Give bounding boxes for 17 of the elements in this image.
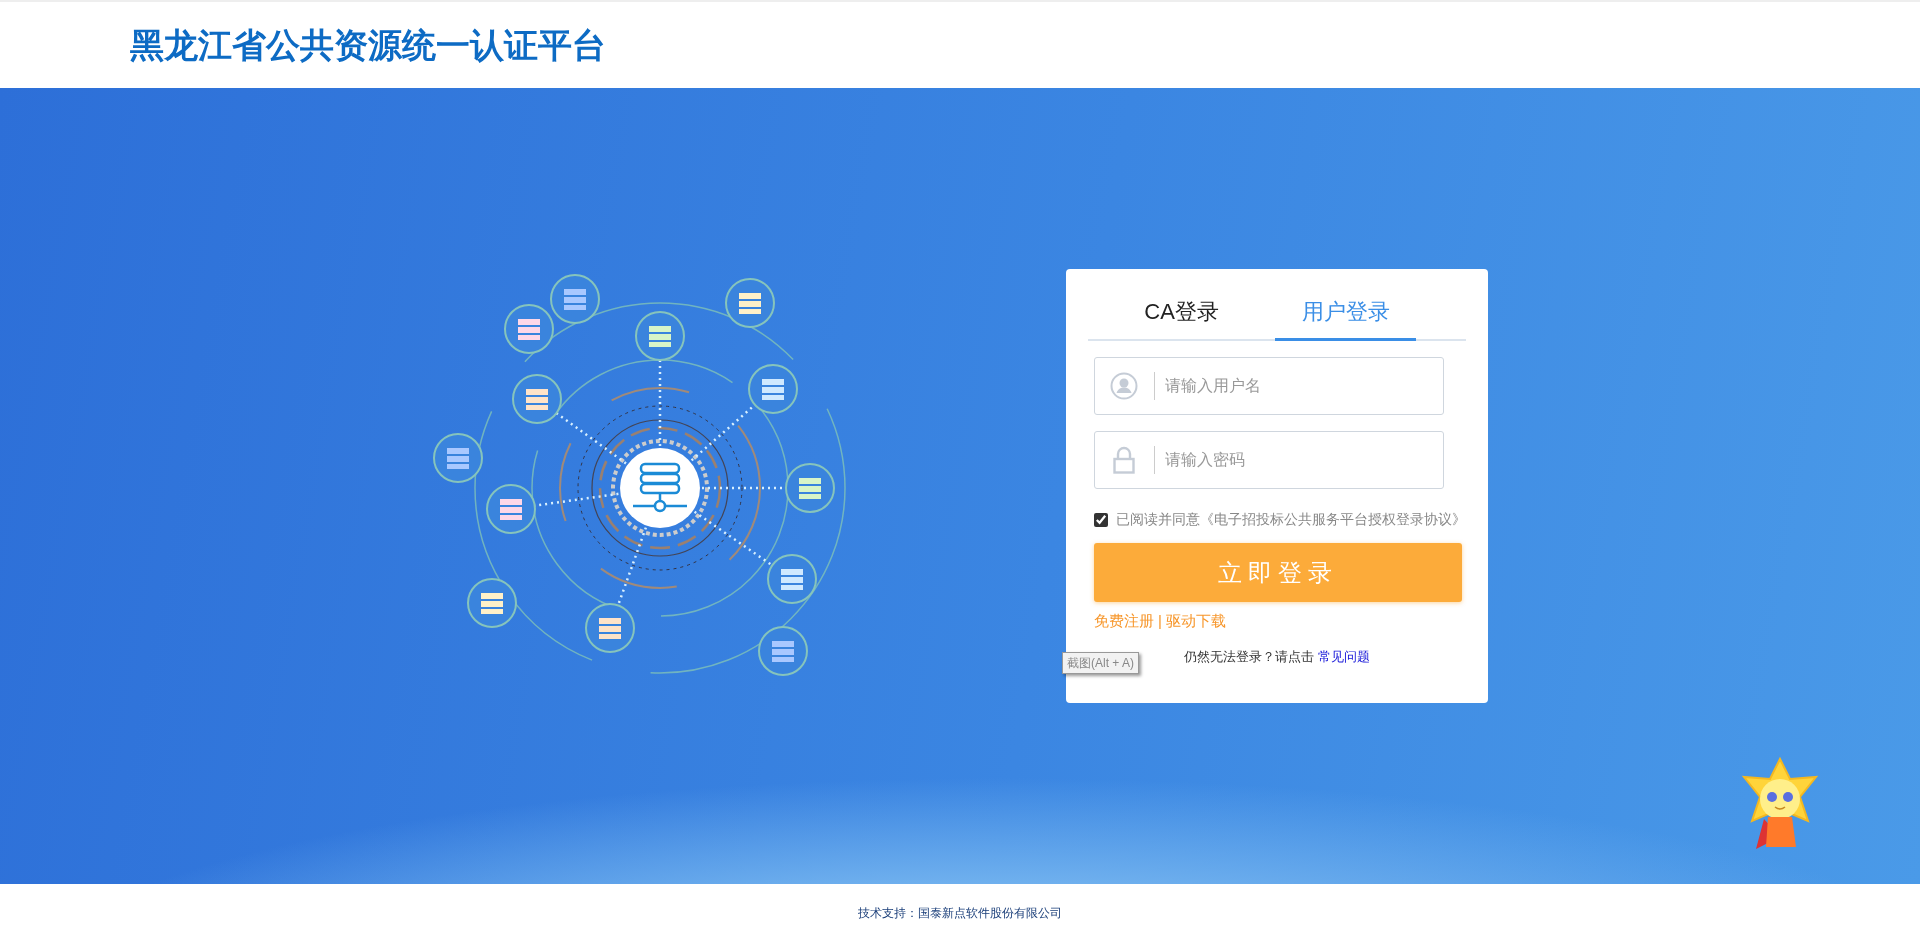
faq-link[interactable]: 常见问题 [1317,648,1370,664]
username-field[interactable]: 请输入用户名 [1094,357,1444,415]
login-button[interactable]: 立即登录 [1094,543,1462,602]
help-text: 仍然无法登录？请点击 [1184,648,1315,664]
footer-text: 技术支持：国泰新点软件股份有限公司 [858,905,1062,922]
register-link[interactable]: 免费注册 [1094,610,1154,633]
site-title: 黑龙江省公共资源统一认证平台 [129,28,606,62]
password-field[interactable]: 请输入密码 [1094,431,1444,489]
login-tab[interactable]: CA登录 [1088,289,1276,341]
agreement-checkbox[interactable] [1094,512,1108,527]
agreement-text: 已阅读并同意《电子招投标公共服务平台授权登录协议》 [1116,510,1466,529]
driver-download-link[interactable]: 驱动下载 [1165,610,1226,633]
link-separator: | [1158,611,1162,631]
user-icon [1110,372,1138,400]
lock-icon [1113,446,1135,474]
login-tab[interactable]: 用户登录 [1275,289,1416,341]
screenshot-tooltip: 截图(Alt + A) [1062,652,1139,674]
